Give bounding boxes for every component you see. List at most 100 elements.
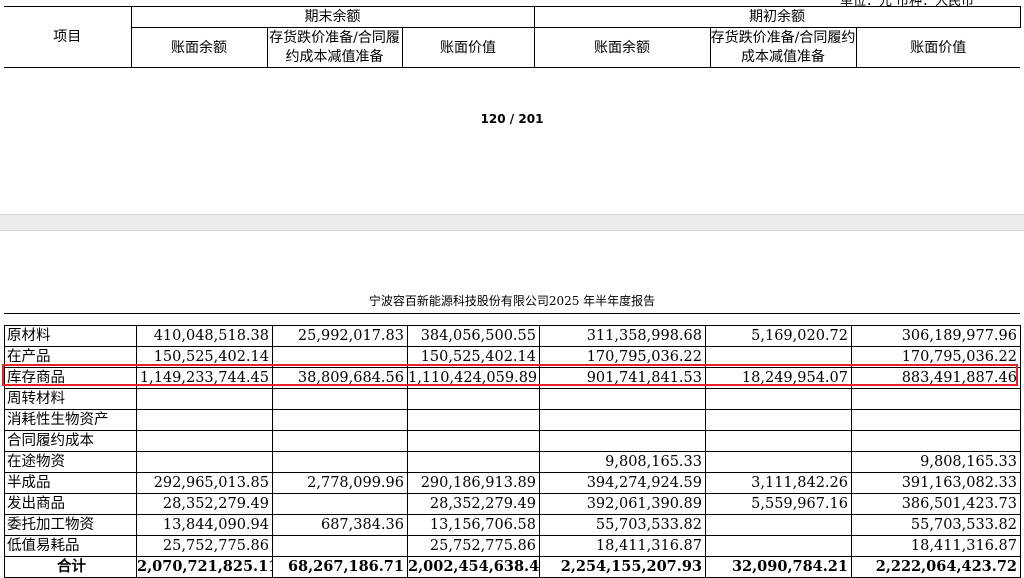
- table-row: 合同履约成本: [4, 430, 1021, 452]
- cell-end-value: 25,752,775.86: [407, 535, 540, 557]
- cell-begin-provision: [705, 451, 852, 473]
- cell-end-value: 28,352,279.49: [407, 493, 540, 515]
- cell-begin-balance: 392,061,390.89: [539, 493, 706, 515]
- cell-begin-balance: 901,741,841.53: [539, 367, 706, 389]
- table-row: 原材料 410,048,518.38 25,992,017.83 384,056,50…: [4, 325, 1021, 347]
- cell-end-value: 1,110,424,059.89: [407, 367, 540, 389]
- cell-end-balance: 25,752,775.86: [136, 535, 273, 557]
- cell-begin-provision: [705, 346, 852, 368]
- cell-end-balance: 13,844,090.94: [136, 514, 273, 536]
- page-divider: [0, 230, 1024, 231]
- cell-end-provision: 25,992,017.83: [272, 325, 408, 347]
- cell-begin-balance: 394,274,924.59: [539, 472, 706, 494]
- cell-begin-value: [851, 388, 1021, 410]
- cell-end-provision: 2,778,099.96: [272, 472, 408, 494]
- cell-end-provision: [272, 409, 408, 431]
- table-row: 半成品 292,965,013.85 2,778,099.96 290,186,913…: [4, 472, 1021, 494]
- cell-end-provision: [272, 430, 408, 452]
- page-gap: [0, 214, 1024, 230]
- row-label: 委托加工物资: [4, 514, 137, 536]
- cell-end-value: 2,002,454,638.40: [407, 556, 540, 578]
- header-item: 项目: [4, 6, 132, 68]
- row-label: 周转材料: [4, 388, 137, 410]
- row-label: 合计: [4, 556, 137, 578]
- cell-begin-value: 386,501,423.73: [851, 493, 1021, 515]
- cell-end-provision: 68,267,186.71: [272, 556, 408, 578]
- cell-begin-provision: 3,111,842.26: [705, 472, 852, 494]
- header-begin-provision: 存货跌价准备/合同履约成本减值准备: [709, 27, 857, 68]
- cell-end-balance: 410,048,518.38: [136, 325, 273, 347]
- header-begin-book-value: 账面价值: [855, 27, 1020, 68]
- cell-end-value: [407, 451, 540, 473]
- cell-end-balance: [136, 409, 273, 431]
- header-end-book-balance: 账面余额: [130, 27, 268, 68]
- table-row: 在途物资 9,808,165.33 9,808,165.33: [4, 451, 1021, 473]
- cell-end-value: [407, 409, 540, 431]
- table-row: 消耗性生物资产: [4, 409, 1021, 431]
- cell-begin-provision: 18,249,954.07: [705, 367, 852, 389]
- cell-begin-provision: 5,169,020.72: [705, 325, 852, 347]
- cell-end-balance: [136, 451, 273, 473]
- table-row: 库存商品 1,149,233,744.45 38,809,684.56 1,110,4…: [4, 367, 1021, 389]
- cell-end-balance: [136, 430, 273, 452]
- header-end-balance-group: 期末余额: [130, 6, 535, 28]
- cell-begin-provision: [705, 388, 852, 410]
- cell-begin-value: [851, 409, 1021, 431]
- cell-begin-provision: 5,559,967.16: [705, 493, 852, 515]
- cell-begin-balance: 2,254,155,207.93: [539, 556, 706, 578]
- header-rule: [4, 313, 1020, 314]
- cell-begin-balance: 170,795,036.22: [539, 346, 706, 368]
- cell-end-value: [407, 388, 540, 410]
- cell-begin-provision: [705, 535, 852, 557]
- header-begin-book-balance: 账面余额: [533, 27, 711, 68]
- cell-end-value: 13,156,706.58: [407, 514, 540, 536]
- cell-begin-value: 55,703,533.82: [851, 514, 1021, 536]
- cell-end-provision: 687,384.36: [272, 514, 408, 536]
- table-row: 周转材料: [4, 388, 1021, 410]
- cell-end-value: 150,525,402.14: [407, 346, 540, 368]
- row-label: 原材料: [4, 325, 137, 347]
- cell-end-value: 290,186,913.89: [407, 472, 540, 494]
- row-label: 合同履约成本: [4, 430, 137, 452]
- header-end-book-value: 账面价值: [401, 27, 535, 68]
- cell-end-balance: 150,525,402.14: [136, 346, 273, 368]
- row-label: 库存商品: [4, 367, 137, 389]
- cell-end-provision: [272, 451, 408, 473]
- cell-begin-value: 170,795,036.22: [851, 346, 1021, 368]
- previous-page-table-header: 单位：元 币种：人民币 项目 期末余额 期初余额 账面余额 存货跌价准备/合同履…: [0, 0, 1024, 68]
- header-end-provision: 存货跌价准备/合同履约成本减值准备: [266, 27, 403, 68]
- cell-end-provision: [272, 388, 408, 410]
- row-label: 在途物资: [4, 451, 137, 473]
- cell-end-value: [407, 430, 540, 452]
- row-label: 消耗性生物资产: [4, 409, 137, 431]
- cell-end-provision: 38,809,684.56: [272, 367, 408, 389]
- table-row: 发出商品 28,352,279.49 28,352,279.49 392,061,39…: [4, 493, 1021, 515]
- cell-begin-balance: [539, 388, 706, 410]
- cell-begin-value: [851, 430, 1021, 452]
- row-label: 半成品: [4, 472, 137, 494]
- cell-begin-balance: 55,703,533.82: [539, 514, 706, 536]
- cell-end-provision: [272, 493, 408, 515]
- cell-begin-provision: 32,090,784.21: [705, 556, 852, 578]
- cell-end-balance: 292,965,013.85: [136, 472, 273, 494]
- cell-end-balance: 2,070,721,825.11: [136, 556, 273, 578]
- row-label: 在产品: [4, 346, 137, 368]
- cell-begin-balance: 311,358,998.68: [539, 325, 706, 347]
- cell-end-balance: 28,352,279.49: [136, 493, 273, 515]
- table-row: 低值易耗品 25,752,775.86 25,752,775.86 18,411,31…: [4, 535, 1021, 557]
- cell-end-provision: [272, 535, 408, 557]
- cell-begin-provision: [705, 514, 852, 536]
- inventory-table: 原材料 410,048,518.38 25,992,017.83 384,056,50…: [4, 325, 1021, 578]
- report-header: 宁波容百新能源科技股份有限公司2025 年半年度报告: [368, 294, 656, 308]
- row-label: 发出商品: [4, 493, 137, 515]
- cell-begin-provision: [705, 409, 852, 431]
- header-begin-balance-group: 期初余额: [533, 6, 1021, 28]
- cell-end-balance: 1,149,233,744.45: [136, 367, 273, 389]
- cell-begin-value: 9,808,165.33: [851, 451, 1021, 473]
- page-divider: [0, 214, 1024, 215]
- total-row: 合计 2,070,721,825.11 68,267,186.71 2,002,454…: [4, 556, 1021, 578]
- cell-end-provision: [272, 346, 408, 368]
- cell-begin-value: 883,491,887.46: [851, 367, 1021, 389]
- row-label: 低值易耗品: [4, 535, 137, 557]
- cell-begin-value: 2,222,064,423.72: [851, 556, 1021, 578]
